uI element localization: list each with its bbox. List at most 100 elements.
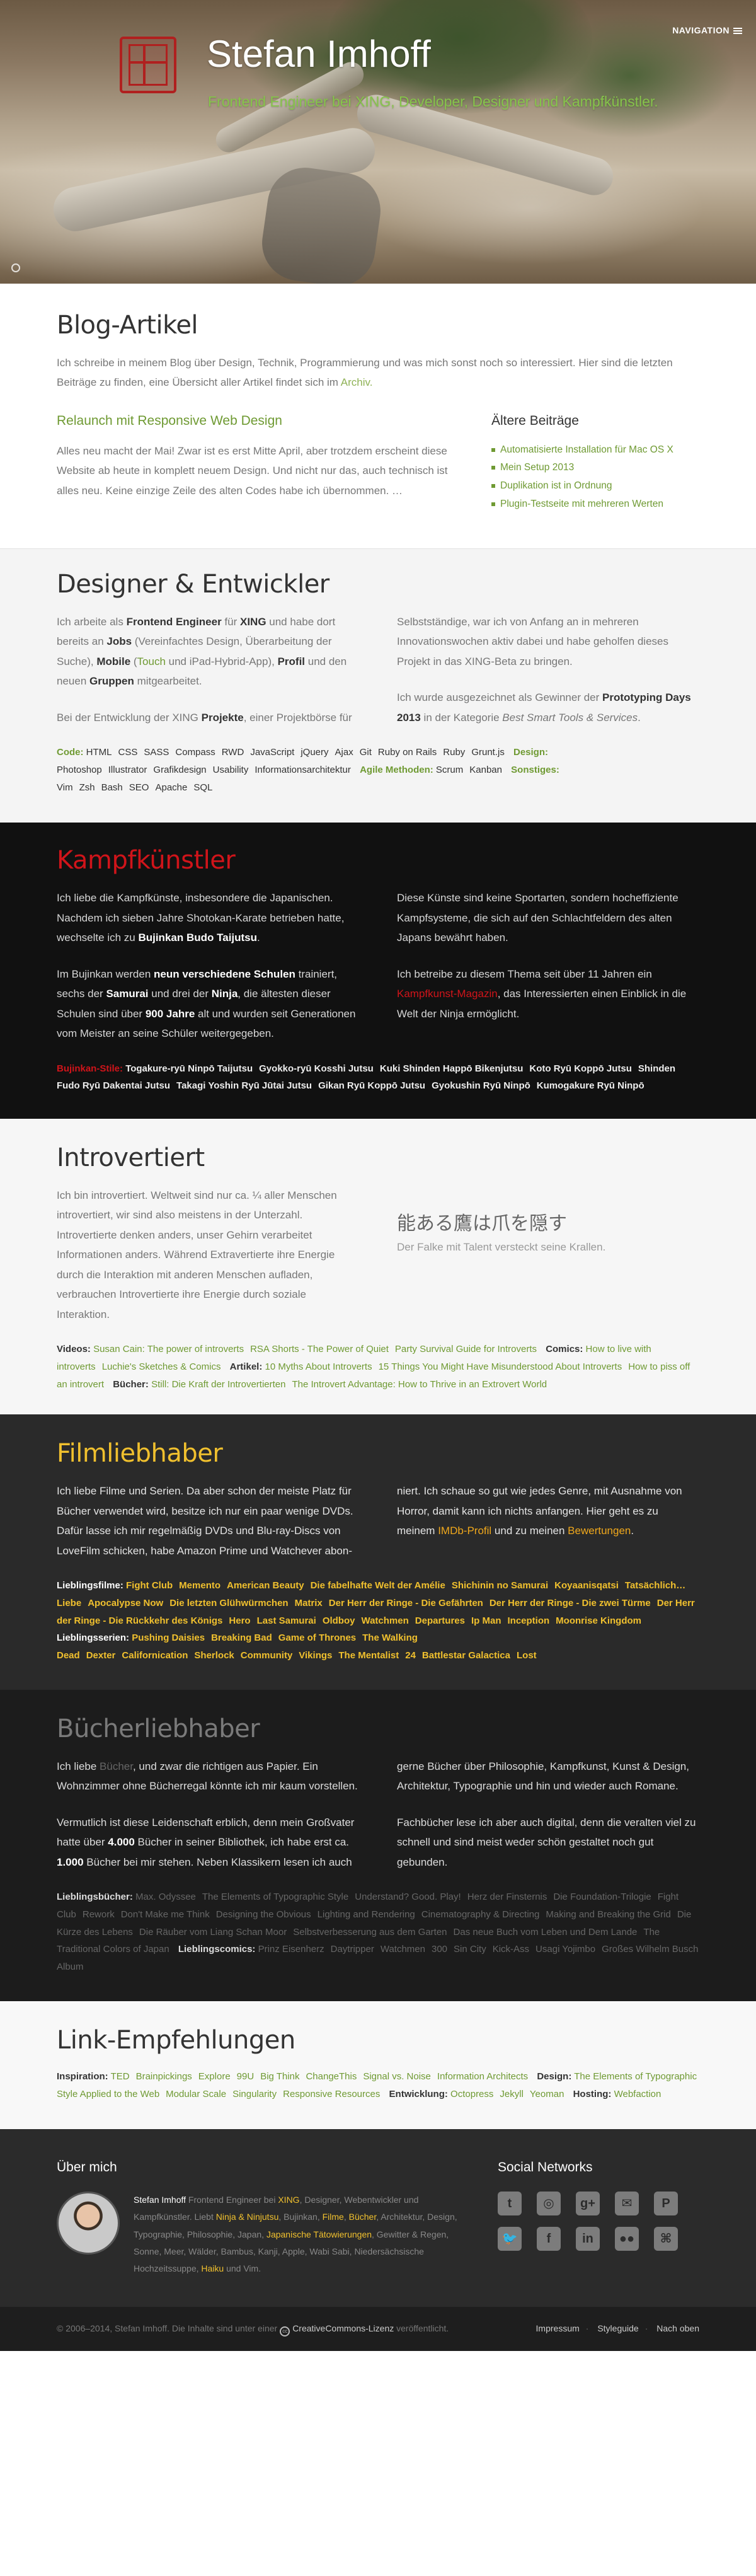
navigation-toggle[interactable]: NAVIGATION <box>672 23 742 39</box>
film-heading: Filmliebhaber <box>57 1439 223 1469</box>
comic-tag: Kick-Ass <box>492 1944 530 1955</box>
github-icon[interactable]: ◎ <box>537 2192 561 2216</box>
featured-post-title[interactable]: Relaunch mit Responsive Web Design <box>57 409 454 434</box>
footer: Über mich Stefan Imhoff Frontend Enginee… <box>0 2129 756 2307</box>
link-recommendations-section: Link-Empfehlungen Inspiration: TED Brainp… <box>0 2001 756 2130</box>
site-title[interactable]: Stefan Imhoff <box>207 35 431 73</box>
skills-list: Code: HTML CSS SASS Compass RWD JavaScript jQu… <box>57 747 559 793</box>
styleguide-link[interactable]: Styleguide <box>597 2323 638 2333</box>
resource-link[interactable]: Luchie's Sketches & Comics <box>102 1361 221 1372</box>
linkedin-icon[interactable]: in <box>576 2227 600 2251</box>
photo-credit-icon[interactable] <box>11 263 20 272</box>
recommended-link[interactable]: ChangeThis <box>306 2071 357 2082</box>
back-to-top-link[interactable]: Nach oben <box>656 2323 699 2333</box>
imprint-link[interactable]: Impressum <box>536 2323 580 2333</box>
series-tag: Sherlock <box>194 1650 234 1661</box>
books-link[interactable]: Bücher <box>100 1760 133 1772</box>
resource-link[interactable]: 10 Myths About Introverts <box>265 1361 372 1372</box>
skill-tag: Usability <box>212 764 249 775</box>
resource-link[interactable]: Susan Cain: The power of introverts <box>93 1344 244 1354</box>
books-section: Bücherliebhaber Ich liebe Bücher, und zw… <box>0 1689 756 2001</box>
film-tag: Moonrise Kingdom <box>556 1615 641 1626</box>
film-tag: Hero <box>229 1615 251 1626</box>
older-post-link[interactable]: Plugin-Testseite mit mehreren Werten <box>491 495 699 514</box>
tumblr-icon[interactable]: t <box>498 2192 522 2216</box>
film-tag: American Beauty <box>227 1580 304 1591</box>
martial-paragraph-2: Im Bujinkan werden neun verschiedene Sch… <box>57 967 356 1040</box>
recommended-link[interactable]: Brainpickings <box>136 2071 192 2082</box>
older-post-link[interactable]: Duplikation ist in Ordnung <box>491 477 699 495</box>
twitter-icon[interactable]: 🐦 <box>498 2227 522 2251</box>
school-tag: Gikan Ryū Koppō Jutsu <box>318 1080 426 1092</box>
recommended-link[interactable]: Singularity <box>232 2089 277 2099</box>
recommended-link[interactable]: TED <box>111 2071 130 2082</box>
introvert-text: Ich bin introvertiert. Weltweit sind nur… <box>57 1189 337 1320</box>
designer-paragraph-2: Bei der Entwicklung der XING Projekte, e… <box>57 711 352 724</box>
film-tag: Apocalypse Now <box>88 1597 164 1609</box>
skill-tag: SQL <box>193 782 213 793</box>
pinterest-icon[interactable]: P <box>654 2192 678 2216</box>
xing-icon[interactable]: ✉ <box>615 2192 639 2216</box>
recommended-link[interactable]: Octopress <box>450 2089 493 2099</box>
recommended-link[interactable]: 99U <box>237 2071 255 2082</box>
touch-link[interactable]: Touch <box>137 656 166 667</box>
recommended-links: Inspiration: TED Brainpickings Explore 99U B… <box>57 2071 697 2099</box>
resource-link[interactable]: Party Survival Guide for Introverts <box>395 1344 537 1354</box>
recommended-link[interactable]: Explore <box>198 2071 231 2082</box>
resource-link[interactable]: Still: Die Kraft der Introvertierten <box>151 1379 285 1390</box>
ratings-link[interactable]: Bewertungen <box>568 1525 631 1537</box>
proverb-translation: Der Falke mit Talent versteckt seine Kra… <box>397 1241 606 1254</box>
book-tag: Don't Make me Think <box>120 1909 210 1920</box>
martial-paragraph-4: Ich betreibe zu diesem Thema seit über 1… <box>397 967 687 1020</box>
resource-link[interactable]: RSA Shorts - The Power of Quiet <box>250 1344 389 1354</box>
google-plus-icon[interactable]: g+ <box>576 2192 600 2216</box>
recommended-link[interactable]: Information Architects <box>437 2071 528 2082</box>
last-fm-icon[interactable]: ⌘ <box>654 2227 678 2251</box>
recommended-link[interactable]: Jekyll <box>500 2089 524 2099</box>
older-post-link[interactable]: Mein Setup 2013 <box>491 459 699 477</box>
skill-tag: Ruby <box>443 747 466 758</box>
martial-arts-heading: Kampfkünstler <box>57 846 236 875</box>
favorite-films: Lieblingsfilme: Fight Club Memento America… <box>57 1580 695 1661</box>
recommended-link[interactable]: Big Think <box>260 2071 299 2082</box>
book-tag: Das neue Buch vom Leben und Dem Lande <box>453 1926 638 1938</box>
book-tag: Max. Odyssee <box>135 1892 196 1903</box>
imdb-link[interactable]: IMDb-Profil <box>438 1525 491 1537</box>
blog-intro: Ich schreibe in meinem Blog über Design,… <box>57 357 673 389</box>
film-tag: Oldboy <box>322 1615 355 1626</box>
about-heading: Über mich <box>57 2160 117 2175</box>
older-post-link[interactable]: Automatisierte Installation für Mac OS X <box>491 441 699 459</box>
archive-link[interactable]: Archiv. <box>341 376 373 388</box>
license-link[interactable]: CreativeCommons-Lizenz <box>292 2323 394 2333</box>
skill-tag: Bash <box>101 782 123 793</box>
flickr-icon[interactable]: ●● <box>615 2227 639 2251</box>
resource-link[interactable]: The Introvert Advantage: How to Thrive i… <box>292 1379 547 1390</box>
facebook-icon[interactable]: f <box>537 2227 561 2251</box>
school-tag: Kumogakure Ryū Ninpō <box>536 1080 644 1092</box>
comic-tag: Watchmen <box>380 1944 425 1955</box>
resource-link[interactable]: 15 Things You Might Have Misunderstood A… <box>379 1361 622 1372</box>
magazine-link[interactable]: Kampfkunst-Magazin <box>397 988 498 1000</box>
books-paragraph-3: gerne Bücher über Philosophie, Kampfkuns… <box>397 1760 689 1793</box>
book-tag: Understand? Good. Play! <box>355 1892 461 1903</box>
school-tag: Kuki Shinden Happō Bikenjutsu <box>379 1063 524 1074</box>
skill-tag: Scrum <box>435 764 464 775</box>
recommended-link[interactable]: Responsive Resources <box>283 2089 380 2099</box>
skill-tag: Kanban <box>469 764 502 775</box>
series-tag: 24 <box>405 1650 416 1661</box>
recommended-link[interactable]: Yeoman <box>530 2089 564 2099</box>
recommended-link[interactable]: Webfaction <box>614 2089 662 2099</box>
recommended-link[interactable]: Signal vs. Noise <box>363 2071 431 2082</box>
school-tag: Gyokushin Ryū Ninpō <box>432 1080 530 1092</box>
film-tag: Fight Club <box>126 1580 173 1591</box>
recommended-link[interactable]: Modular Scale <box>166 2089 226 2099</box>
skill-tag: Zsh <box>79 782 95 793</box>
skill-tag: jQuery <box>301 747 329 758</box>
japanese-proverb: 能ある鷹は爪を隠す <box>397 1213 567 1235</box>
film-paragraph-2: niert. Ich schaue so gut wie jedes Genre… <box>397 1485 682 1537</box>
book-tag: The Elements of Typographic Style <box>202 1892 349 1903</box>
blog-section: Blog-Artikel Ich schreibe in meinem Blog… <box>0 284 756 549</box>
comic-tag: Daytripper <box>330 1944 374 1955</box>
logo-seal[interactable] <box>120 37 176 93</box>
introvert-heading: Introvertiert <box>57 1143 205 1173</box>
